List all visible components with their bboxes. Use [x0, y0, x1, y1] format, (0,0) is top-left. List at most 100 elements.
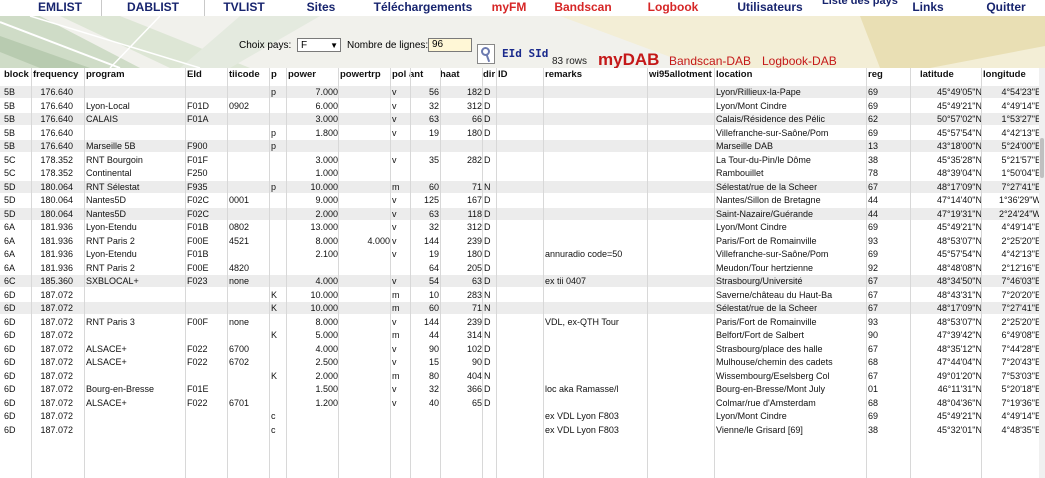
nav-tab-links[interactable]: Links [888, 0, 968, 16]
table-row[interactable]: 5B 176.640 Lyon-Local F01D 0902 6.000 v 32 312 D L… [0, 100, 1045, 112]
nav-tab-t-l-chargements[interactable]: Téléchargements [360, 0, 486, 16]
column-header-frequency[interactable]: frequency [33, 68, 83, 82]
cell-reg: 67 [868, 343, 879, 354]
column-header-location[interactable]: location [716, 68, 866, 82]
table-row[interactable]: 6D 187.072 K 10.000 m 10 283 N Saverne/château d… [0, 289, 1045, 301]
column-header-block[interactable]: block [4, 68, 34, 82]
cell-haat: 71 [471, 181, 482, 192]
table-row[interactable]: 6A 181.936 Lyon-Etendu F01B 0802 13.000 v 32 312… [0, 221, 1045, 233]
cell-longitude: 7°53'03"E [1001, 370, 1041, 381]
table-row[interactable]: 6D 187.072 c ex VDL Lyon F803 Vienne/le Gris… [0, 424, 1045, 436]
table-row[interactable]: 6D 187.072 K 5.000 m 44 314 N Belfort/Fort de Sa… [0, 329, 1045, 341]
cell-longitude: 7°19'36"E [1001, 397, 1041, 408]
table-row[interactable]: 5D 180.064 RNT Sélestat F935 p 10.000 m 60 71 N Sé… [0, 180, 1045, 193]
column-header-haat[interactable]: haat [440, 68, 476, 82]
column-divider [981, 68, 982, 478]
table-row[interactable]: 5C 178.352 RNT Bourgoin F01F 3.000 v 35 282 D La … [0, 154, 1045, 166]
cell-program: ALSACE+ [86, 343, 127, 354]
table-row[interactable]: 6D 187.072 c ex VDL Lyon F803 Lyon/Mont Cind… [0, 410, 1045, 422]
cell-EId: F01B [187, 249, 209, 259]
table-row[interactable]: 6A 181.936 RNT Paris 2 F00E 4820 64 205 D Meudon… [0, 262, 1045, 274]
table-row[interactable]: 6D 187.072 ALSACE+ F022 6702 2.500 v 15 90 D Mulho… [0, 356, 1045, 368]
cell-block: 6A [4, 262, 16, 273]
logbook-dab-link[interactable]: Logbook-DAB [762, 54, 837, 68]
table-row[interactable]: 5B 176.640 Marseille 5B F900 p Marseille DAB 1… [0, 140, 1045, 152]
cell-location: Belfort/Fort de Salbert [716, 330, 805, 340]
cell-program: RNT Paris 2 [86, 235, 135, 246]
column-divider [31, 68, 32, 478]
mydab-link[interactable]: myDAB [598, 50, 659, 68]
nav-tab-utilisateurs[interactable]: Utilisateurs [720, 0, 820, 16]
search-button[interactable] [477, 44, 495, 64]
cell-reg: 68 [868, 397, 879, 408]
nav-tab-logbook[interactable]: Logbook [628, 0, 718, 16]
cell-block: 6D [4, 384, 16, 394]
table-row[interactable]: 6A 181.936 RNT Paris 2 F00E 4521 8.000 4.000 v 1… [0, 235, 1045, 247]
column-header-latitude[interactable]: latitude [920, 68, 982, 82]
column-divider [84, 68, 85, 478]
scrollbar[interactable] [1039, 68, 1045, 478]
table-row[interactable]: 5B 176.640 p 1.800 v 19 180 D Villefranche-sur-S… [0, 127, 1045, 139]
column-header-EId[interactable]: EId [187, 68, 227, 82]
cell-frequency: 181.936 [40, 249, 73, 259]
rows-count: 83 rows [552, 56, 588, 67]
table-row[interactable]: 6D 187.072 ALSACE+ F022 6701 1.200 v 40 65 D Colma… [0, 397, 1045, 409]
nav-tab-bandscan[interactable]: Bandscan [540, 0, 626, 16]
nav-tab-myfm[interactable]: myFM [488, 0, 530, 16]
cell-ant: 19 [428, 249, 439, 259]
cell-latitude: 45°49'21"N [936, 222, 982, 232]
column-header-dir[interactable]: dir [483, 68, 497, 82]
column-header-program[interactable]: program [86, 68, 184, 82]
scrollbar-thumb[interactable] [1040, 138, 1044, 178]
table-row[interactable]: 6D 187.072 Bourg-en-Bresse F01E 1.500 v 32 366 D… [0, 383, 1045, 395]
nav-tab-tvlist[interactable]: TVLIST [204, 0, 284, 16]
column-header-tiicode[interactable]: tiicode [229, 68, 269, 82]
table-row[interactable]: 6C 185.360 SXBLOCAL+ F023 none 4.000 v 54 63 Dex … [0, 275, 1045, 287]
cell-EId: F01E [187, 384, 209, 394]
column-header-powertrp[interactable]: powertrp [340, 68, 390, 82]
cell-location: Lyon/Mont Cindre [716, 100, 787, 111]
cell-reg: 38 [868, 424, 879, 435]
cell-frequency: 176.640 [40, 127, 73, 138]
table-row[interactable]: 6A 181.936 Lyon-Etendu F01B 2.100 v 19 180 Dannu… [0, 248, 1045, 260]
cell-EId: F023 [187, 276, 208, 286]
cell-pol: v [392, 357, 397, 367]
cell-latitude: 45°49'21"N [936, 100, 982, 111]
nav-tab-emlist[interactable]: EMLIST [10, 0, 110, 16]
column-header-p[interactable]: p [271, 68, 285, 82]
table-row[interactable]: 5B 176.640 p 7.000 v 56 182 D Lyon/Rillieux-la-P… [0, 86, 1045, 98]
cell-reg: 67 [868, 276, 879, 286]
table-row[interactable]: 6D 187.072 RNT Paris 3 F00F none 8.000 v 144 239… [0, 316, 1045, 328]
column-header-ant[interactable]: ant [409, 68, 435, 82]
cell-haat: 182 [466, 87, 482, 97]
cell-p: c [271, 424, 276, 435]
cell-p: p [271, 181, 277, 192]
table-row[interactable]: 5C 178.352 Continental F250 1.000 Rambouillet… [0, 167, 1045, 179]
table-row[interactable]: 6D 187.072 ALSACE+ F022 6700 4.000 v 90 102 D Stra… [0, 343, 1045, 355]
nav-tab-sites[interactable]: Sites [284, 0, 358, 16]
table-row[interactable]: 6D 187.072 K 10.000 m 60 71 N Sélestat/rue de la… [0, 302, 1045, 314]
country-select[interactable]: F ▼ [297, 38, 341, 52]
eid-sid-link[interactable]: EId SId [502, 47, 548, 60]
lines-input[interactable]: 96 [428, 38, 472, 52]
nav-tab-liste-des-pays[interactable]: Liste des pays [822, 0, 898, 13]
cell-power: 9.000 [315, 195, 338, 205]
cell-pol: v [392, 195, 397, 205]
nav-tab-quitter[interactable]: Quitter [968, 0, 1044, 16]
column-header-pol[interactable]: pol [392, 68, 410, 82]
column-header-ID[interactable]: ID [498, 68, 542, 82]
table-row[interactable]: 5B 176.640 CALAIS F01A 3.000 v 63 66 D Calais/Rés… [0, 113, 1045, 125]
column-header-reg[interactable]: reg [868, 68, 908, 82]
cell-location: Meudon/Tour hertzienne [716, 262, 814, 273]
cell-pol: v [392, 384, 397, 394]
table-row[interactable]: 6D 187.072 K 2.000 m 80 404 N Wissembourg/Eselsb… [0, 370, 1045, 382]
column-header-wi95allotment[interactable]: wi95allotment [649, 68, 715, 82]
column-header-remarks[interactable]: remarks [545, 68, 647, 82]
column-header-longitude[interactable]: longitude [983, 68, 1041, 82]
table-row[interactable]: 5D 180.064 Nantes5D F02C 2.000 v 63 118 D Saint-N… [0, 207, 1045, 220]
cell-reg: 69 [868, 100, 879, 111]
bandscan-dab-link[interactable]: Bandscan-DAB [669, 54, 751, 68]
nav-tab-dablist[interactable]: DABLIST [101, 0, 205, 16]
table-row[interactable]: 5D 180.064 Nantes5D F02C 0001 9.000 v 125 167 D Na… [0, 194, 1045, 206]
column-header-power[interactable]: power [288, 68, 338, 82]
